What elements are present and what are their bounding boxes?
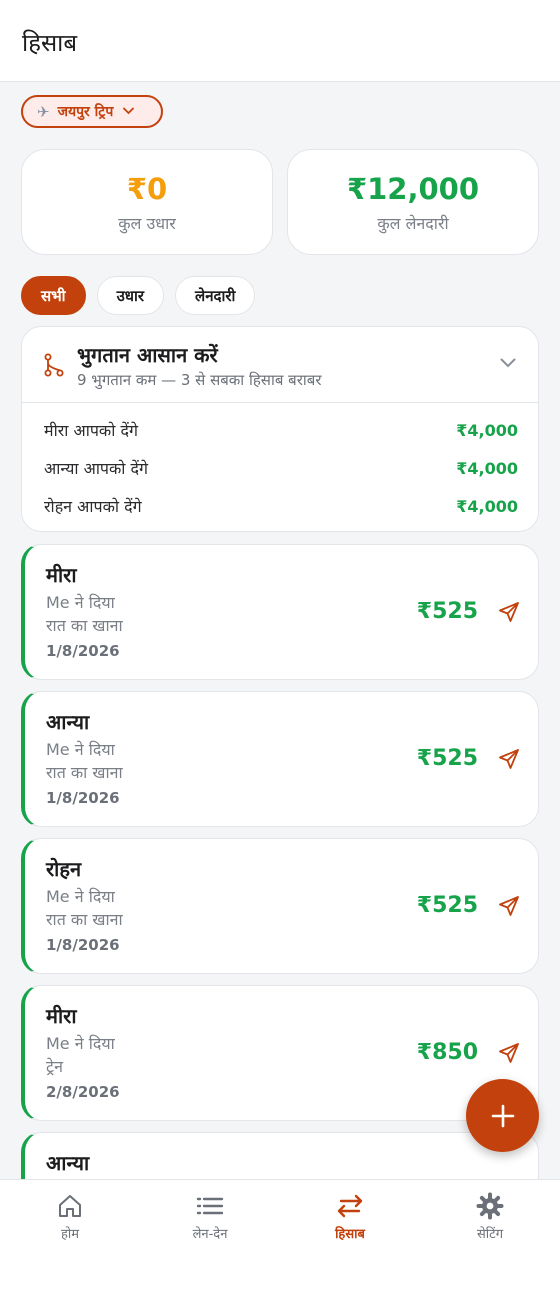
bottom-navigation: होम लेन-देन हिसाब सेटिंग (0, 1179, 560, 1303)
transaction-date: 1/8/2026 (46, 936, 120, 954)
transaction-description: ट्रेन (46, 1057, 63, 1076)
list-icon (140, 1192, 280, 1220)
send-reminder-icon[interactable] (498, 895, 520, 921)
transaction-payer: Me ने दिया (46, 1034, 115, 1053)
transaction-date: 1/8/2026 (46, 642, 120, 660)
total-receive-amount: ₹12,000 (346, 172, 480, 206)
send-reminder-icon[interactable] (498, 1042, 520, 1068)
settle-row-amount: ₹4,000 (456, 496, 518, 516)
settle-up-card: भुगतान आसान करें 9 भुगतान कम — 3 से सबका… (21, 326, 539, 532)
transaction-amount: ₹850 (416, 1040, 478, 1065)
settle-row-person: आन्या आपको देंगे (44, 459, 149, 478)
plus-icon (491, 1104, 514, 1127)
transaction-card[interactable]: आन्या (21, 1132, 539, 1179)
chevron-down-icon[interactable] (500, 353, 516, 372)
transaction-amount: ₹525 (416, 746, 478, 771)
nav-settlement[interactable]: हिसाब (280, 1192, 420, 1242)
settle-up-header[interactable]: भुगतान आसान करें 9 भुगतान कम — 3 से सबका… (22, 327, 538, 403)
add-expense-button[interactable] (466, 1079, 539, 1152)
nav-home[interactable]: होम (0, 1192, 140, 1242)
transaction-card[interactable]: मीरा Me ने दिया रात का खाना 1/8/2026 ₹52… (21, 544, 539, 680)
filter-receive[interactable]: लेनदारी (175, 276, 256, 315)
transaction-amount: ₹525 (416, 893, 478, 918)
transaction-amount: ₹525 (416, 599, 478, 624)
transaction-person: रोहन (46, 857, 82, 881)
transaction-card[interactable]: रोहन Me ने दिया रात का खाना 1/8/2026 ₹52… (21, 838, 539, 974)
nav-label: सेटिंग (476, 1227, 504, 1242)
transaction-person: मीरा (46, 563, 77, 587)
settle-row: आन्या आपको देंगे ₹4,000 (44, 456, 518, 480)
nav-label: होम (60, 1227, 80, 1242)
send-reminder-icon[interactable] (498, 748, 520, 774)
nav-settings[interactable]: सेटिंग (420, 1192, 560, 1242)
nav-transactions[interactable]: लेन-देन (140, 1192, 280, 1242)
app-header: हिसाब (0, 0, 560, 82)
total-owe-card: ₹0 कुल उधार (21, 149, 273, 255)
gear-icon (420, 1192, 560, 1220)
branch-icon (44, 353, 64, 381)
filter-all[interactable]: सभी (21, 276, 86, 315)
settle-row-person: रोहन आपको देंगे (44, 497, 142, 516)
home-icon (0, 1192, 140, 1220)
send-reminder-icon[interactable] (498, 601, 520, 627)
settle-row: रोहन आपको देंगे ₹4,000 (44, 494, 518, 518)
total-owe-amount: ₹0 (126, 172, 168, 206)
transaction-card[interactable]: मीरा Me ने दिया ट्रेन 2/8/2026 ₹850 (21, 985, 539, 1121)
settle-row-person: मीरा आपको देंगे (44, 421, 138, 440)
transaction-card[interactable]: आन्या Me ने दिया रात का खाना 1/8/2026 ₹5… (21, 691, 539, 827)
settle-up-title: भुगतान आसान करें (77, 343, 218, 367)
transaction-date: 2/8/2026 (46, 1083, 120, 1101)
nav-label: हिसाब (335, 1227, 365, 1242)
transaction-person: मीरा (46, 1004, 77, 1028)
swap-arrows-icon (280, 1192, 420, 1220)
transaction-description: रात का खाना (46, 616, 123, 635)
page-title: हिसाब (22, 29, 78, 57)
trip-name: जयपुर ट्रिप (57, 104, 114, 120)
filter-tabs: सभी उधार लेनदारी (21, 276, 256, 315)
transaction-payer: Me ने दिया (46, 887, 115, 906)
trip-selector[interactable]: ✈ जयपुर ट्रिप (21, 95, 163, 128)
transaction-description: रात का खाना (46, 910, 123, 929)
plane-icon: ✈ (37, 102, 50, 121)
transaction-description: रात का खाना (46, 763, 123, 782)
settle-up-subtitle: 9 भुगतान कम — 3 से सबका हिसाब बराबर (77, 371, 322, 389)
content-scroll-area[interactable]: ✈ जयपुर ट्रिप ₹0 कुल उधार ₹12,000 कुल ले… (0, 84, 560, 1179)
transaction-date: 1/8/2026 (46, 789, 120, 807)
transaction-payer: Me ने दिया (46, 593, 115, 612)
filter-owe[interactable]: उधार (96, 276, 165, 315)
total-receive-card: ₹12,000 कुल लेनदारी (287, 149, 539, 255)
total-owe-label: कुल उधार (118, 214, 176, 233)
settle-row-amount: ₹4,000 (456, 458, 518, 478)
settle-row-amount: ₹4,000 (456, 420, 518, 440)
chevron-down-icon (123, 105, 135, 118)
transaction-person: आन्या (46, 1151, 90, 1175)
transaction-payer: Me ने दिया (46, 740, 115, 759)
total-receive-label: कुल लेनदारी (377, 214, 449, 233)
nav-label: लेन-देन (192, 1227, 228, 1242)
transaction-person: आन्या (46, 710, 90, 734)
settle-row: मीरा आपको देंगे ₹4,000 (44, 418, 518, 442)
